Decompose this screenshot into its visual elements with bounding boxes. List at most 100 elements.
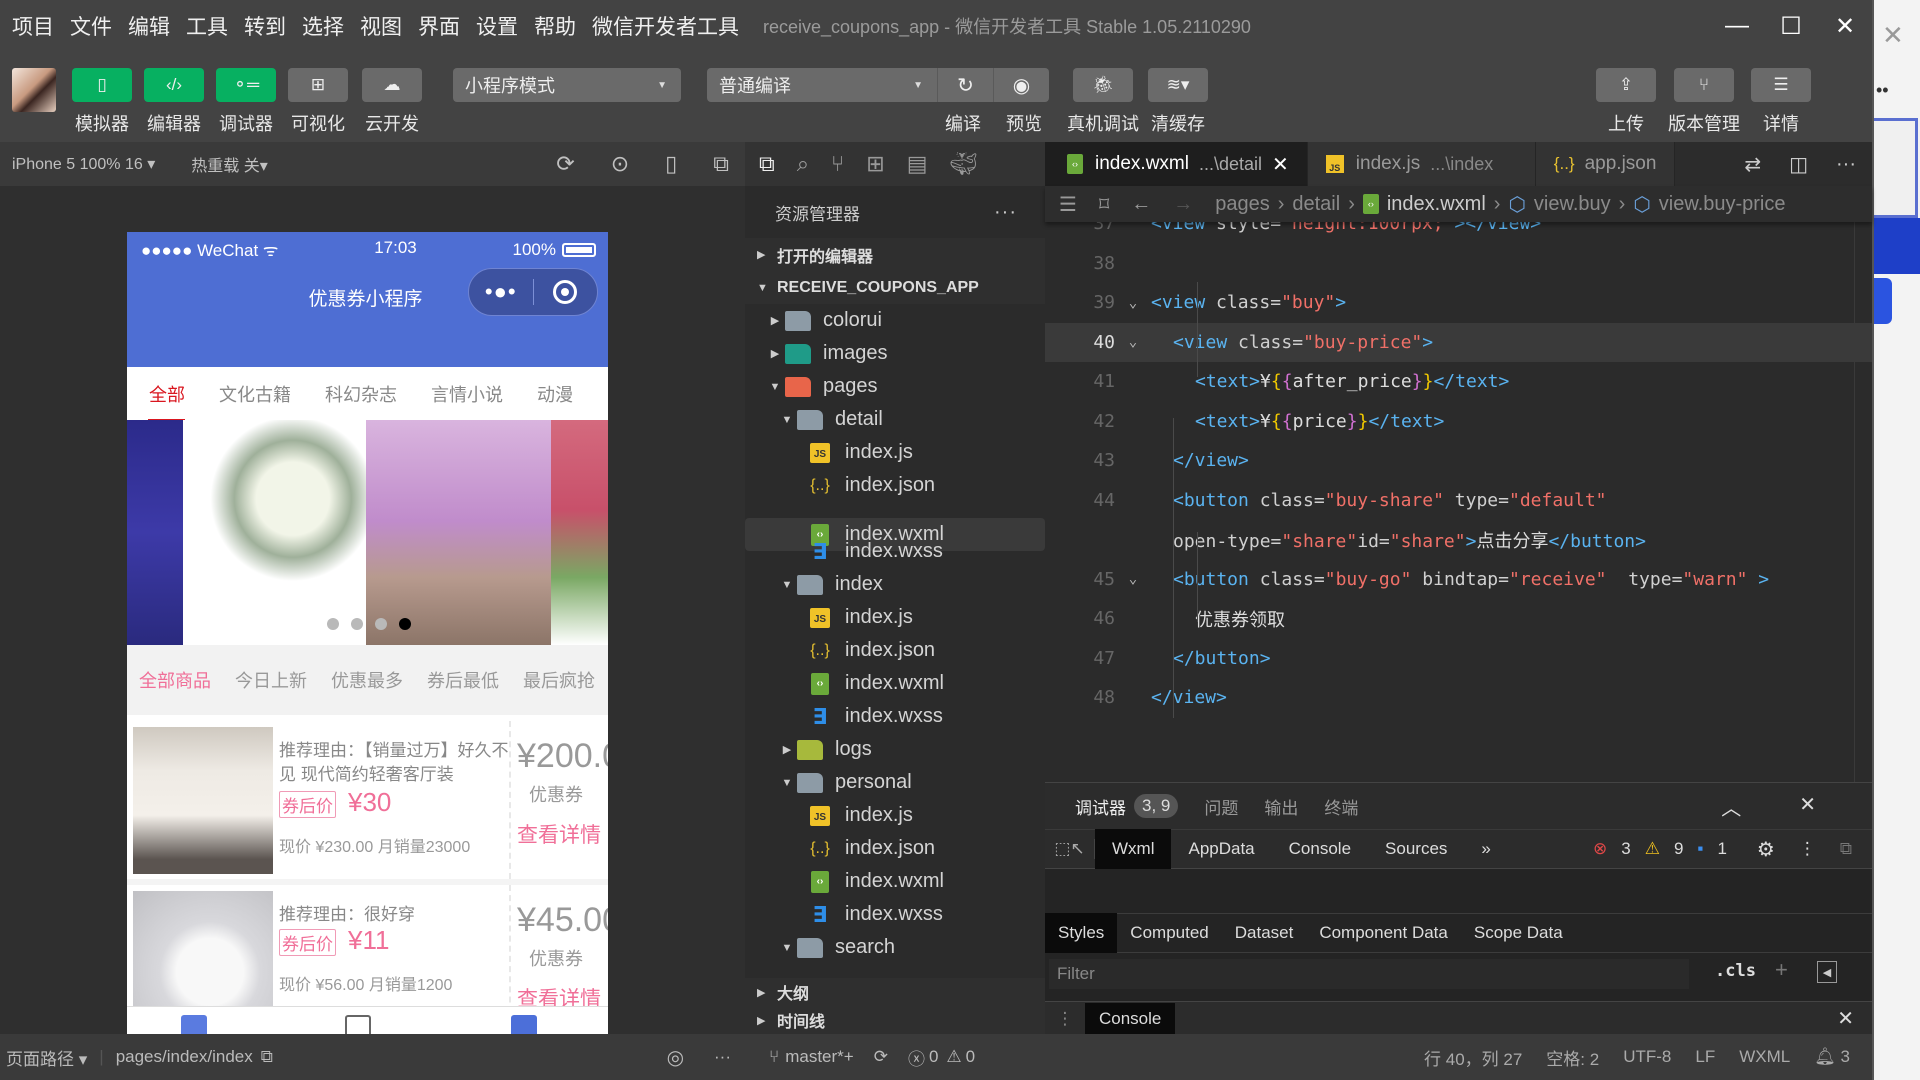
menu-item[interactable]: 项目 [12,11,54,41]
extensions-icon[interactable]: ⊞ [866,151,884,177]
clear-cache-button[interactable]: ≋▾ 清缓存 [1148,68,1208,136]
tree-folder[interactable]: ▶ logs [745,733,1045,766]
minimize-button[interactable]: — [1710,0,1764,52]
banner-carousel[interactable] [127,420,608,645]
tab-app-json[interactable]: {..} app.json [1535,142,1676,186]
menu-item[interactable]: 选择 [302,11,344,41]
compile-button[interactable]: ↻ [937,68,993,102]
category-tab[interactable]: 科幻杂志 [325,381,397,407]
carousel-dot[interactable] [327,618,339,630]
close-tab-icon[interactable]: ✕ [1272,152,1289,177]
sync-icon[interactable]: ⟳ [874,1047,888,1067]
editor-toggle[interactable]: ‹/› 编辑器 [144,68,204,136]
product-card[interactable]: 推荐理由：【销量过万】好久不见 现代简约轻奢客厅装 券后价 ¥30 现价 ¥230… [127,721,608,879]
menu-item[interactable]: 视图 [360,11,402,41]
view-detail-link[interactable]: 查看详情 [517,819,601,849]
undock-icon[interactable]: ⧉ [1840,839,1852,859]
user-avatar[interactable] [12,68,56,112]
home-tab-icon[interactable] [181,1015,207,1034]
tab-index-js[interactable]: JS index.js ...\index [1307,142,1536,186]
menu-item[interactable]: 界面 [418,11,460,41]
device-debug-button[interactable]: 🐞︎ 真机调试 [1067,68,1139,136]
menu-item[interactable]: 工具 [186,11,228,41]
tab-wxml[interactable]: Wxml [1095,829,1172,869]
cloud-button[interactable]: ☁ 云开发 [362,68,422,136]
tree-file[interactable]: {..} index.json [745,469,1045,502]
filter-option[interactable]: 最后疯抢 [523,667,595,693]
carousel-dot[interactable] [375,618,387,630]
code-line[interactable]: 38 [1045,244,1872,283]
filter-option[interactable]: 券后最低 [427,667,499,693]
explorer-more-button[interactable]: ··· [994,201,1017,224]
git-branch[interactable]: master*+ [785,1047,854,1067]
outline-section[interactable]: ▶ 大纲 [745,978,1045,1006]
settings-gear-icon[interactable]: ⚙ [1757,837,1775,862]
storage-icon[interactable]: ▤ [907,151,928,177]
menu-item[interactable]: 文件 [70,11,112,41]
timeline-section[interactable]: ▶ 时间线 [745,1006,1045,1034]
fold-chevron-icon[interactable]: ⌄ [1115,334,1151,350]
tree-file[interactable]: {..} index.json [745,634,1045,667]
error-count[interactable]: 0 [929,1047,938,1067]
fold-chevron-icon[interactable]: ⌄ [1115,571,1151,587]
back-arrow-icon[interactable]: ← [1131,193,1151,216]
code-line[interactable]: 48 </view> [1045,678,1872,717]
cls-toggle[interactable]: .cls [1715,961,1756,981]
simulator-toggle[interactable]: ▯ 模拟器 [72,68,132,136]
breadcrumb-item[interactable]: index.wxml [1387,193,1486,216]
page-path-label[interactable]: 页面路径 ▾ [6,1045,87,1070]
tree-file[interactable]: ∃ index.wxss [745,700,1045,733]
category-tab[interactable]: 动漫 [537,381,573,407]
line-ending[interactable]: LF [1695,1047,1715,1067]
code-line[interactable]: 44 <button class="buy-share" type="defaul… [1045,481,1872,520]
hot-reload-select[interactable]: 热重载 关▾ [191,152,267,176]
menu-item[interactable]: 转到 [244,11,286,41]
close-target-icon[interactable] [534,280,598,304]
close-panel-icon[interactable]: ✕ [1799,792,1816,821]
compare-icon[interactable]: ⇄ [1744,152,1761,177]
code-line[interactable]: 37 <view style="height:100rpx;"></view> [1045,222,1872,243]
kebab-menu-icon[interactable]: ⋮ [1799,839,1816,859]
files-icon[interactable]: ⧉ [759,151,775,177]
tree-folder[interactable]: ▼ detail [745,403,1045,436]
code-line[interactable]: 46 优惠券领取 [1045,599,1872,638]
stop-icon[interactable]: ⊙ [611,151,629,177]
upload-button[interactable]: ⇪ 上传 [1596,68,1656,136]
breadcrumb-item[interactable]: pages [1215,193,1270,216]
breadcrumb-item[interactable]: view.buy-price [1659,193,1786,216]
menu-item[interactable]: 设置 [476,11,518,41]
code-line[interactable]: 42 <text>¥{{price}}</text> [1045,402,1872,441]
code-line[interactable]: 40 ⌄ <view class="buy-price"> [1045,322,1872,362]
code-line[interactable]: open-type="share"id="share">点击分享</button… [1045,520,1872,559]
add-rule-icon[interactable]: + [1775,957,1788,983]
category-tab[interactable]: 文化古籍 [219,381,291,407]
warning-count[interactable]: 0 [966,1047,975,1067]
tree-folder[interactable]: ▶ images [745,337,1045,370]
more-actions-icon[interactable]: ··· [1836,153,1856,176]
styles-filter-input[interactable]: Filter [1049,959,1689,989]
close-drawer-icon[interactable]: ✕ [1837,1006,1854,1031]
preview-button[interactable]: ◉ [993,68,1049,102]
search-icon[interactable]: ⌕ [797,151,809,177]
tab-component-data[interactable]: Component Data [1306,913,1461,953]
version-button[interactable]: ⑂ 版本管理 [1668,68,1740,136]
info-count[interactable]: 1 [1717,839,1726,859]
code-line[interactable]: 47 </button> [1045,639,1872,678]
category-tab[interactable]: 全部 [149,381,185,407]
more-icon[interactable]: ··· [714,1047,731,1067]
filter-option[interactable]: 优惠最多 [331,667,403,693]
tree-folder[interactable]: ▶ colorui [745,304,1045,337]
tab-output[interactable]: 输出 [1264,794,1298,819]
tree-folder[interactable]: ▼ index [745,568,1045,601]
tree-file[interactable]: JS index.js [745,436,1045,469]
element-picker-icon[interactable]: ⬚↖ [1045,839,1095,859]
tree-folder[interactable]: ▼ pages [745,370,1045,403]
tree-file[interactable]: JS index.js [745,799,1045,832]
code-line[interactable]: 41 <text>¥{{after_price}}</text> [1045,362,1872,401]
tree-file[interactable]: ∃ index.wxss [745,535,1045,568]
bookmark-icon[interactable]: ⌑ [1099,192,1109,217]
tab-appdata[interactable]: AppData [1171,829,1271,869]
tree-folder[interactable]: ▼ personal [745,766,1045,799]
tree-file[interactable]: {..} index.json [745,832,1045,865]
debugger-toggle[interactable]: ⚬═ 调试器 [216,68,276,136]
